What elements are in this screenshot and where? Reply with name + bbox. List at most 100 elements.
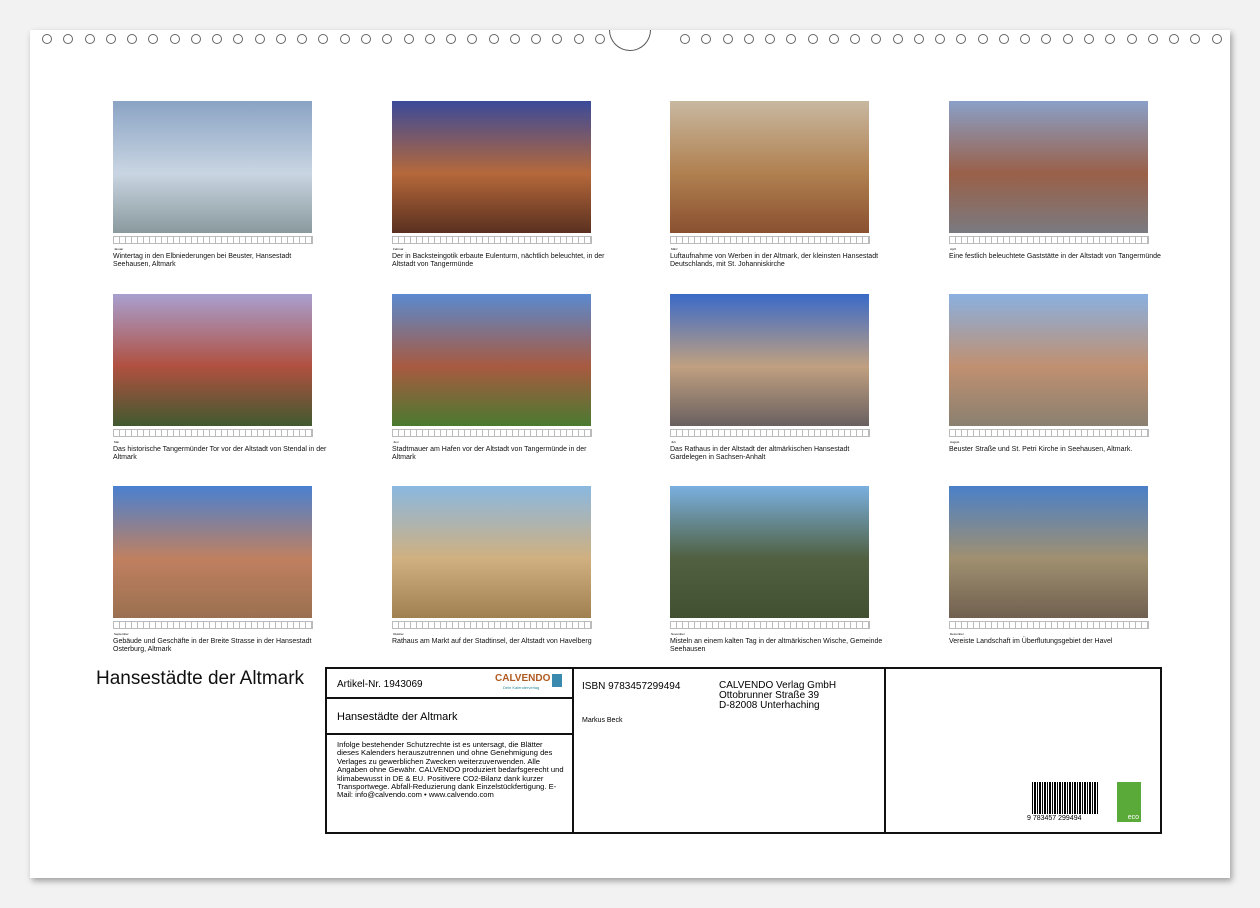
publisher-address: CALVENDO Verlag GmbH Ottobrunner Straße … — [719, 681, 836, 711]
ring-hole — [978, 34, 988, 44]
month-photo — [670, 101, 869, 233]
subtitle: Hansestädte der Altmark — [337, 711, 457, 723]
barcode — [1032, 782, 1098, 814]
ring-hole — [574, 34, 584, 44]
ring-hole — [170, 34, 180, 44]
month-strip: September — [113, 621, 313, 629]
ring-hole — [148, 34, 158, 44]
ring-hole — [127, 34, 137, 44]
photo-caption: Beuster Straße und St. Petri Kirche in S… — [949, 446, 1164, 454]
ring-hole — [1212, 34, 1222, 44]
eco-label: eco — [1128, 814, 1139, 821]
eco-badge: eco — [1117, 782, 1141, 822]
month-thumbnail: Januar Wintertag in den Elbniederungen b… — [113, 101, 313, 269]
ring-hole — [489, 34, 499, 44]
ring-hole — [1084, 34, 1094, 44]
ring-hole — [850, 34, 860, 44]
month-label: September — [114, 632, 129, 636]
month-thumbnail: Mai Das historische Tangermünder Tor vor… — [113, 294, 313, 462]
photo-caption: Stadtmauer am Hafen vor der Altstadt von… — [392, 446, 607, 462]
month-photo — [392, 294, 591, 426]
month-photo — [949, 294, 1148, 426]
month-label: Juli — [671, 440, 676, 444]
isbn: ISBN 9783457299494 — [582, 681, 680, 692]
ring-hole — [106, 34, 116, 44]
ring-hole — [276, 34, 286, 44]
ring-hole — [552, 34, 562, 44]
month-photo — [113, 486, 312, 618]
ring-hole — [1169, 34, 1179, 44]
month-label: August — [950, 440, 959, 444]
month-strip: August — [949, 429, 1149, 437]
month-label: Dezember — [950, 632, 964, 636]
photo-caption: Gebäude und Geschäfte in der Breite Stra… — [113, 638, 328, 654]
ring-hole — [723, 34, 733, 44]
ring-hole — [786, 34, 796, 44]
month-thumbnail: Dezember Vereiste Landschaft im Überflut… — [949, 486, 1149, 646]
month-label: November — [671, 632, 685, 636]
ring-hole — [1020, 34, 1030, 44]
ring-hole — [914, 34, 924, 44]
ring-hole — [425, 34, 435, 44]
month-label: April — [950, 247, 956, 251]
ring-hole — [404, 34, 414, 44]
month-thumbnail: August Beuster Straße und St. Petri Kirc… — [949, 294, 1149, 454]
ring-hole — [1190, 34, 1200, 44]
ring-hole — [446, 34, 456, 44]
month-photo — [670, 294, 869, 426]
month-strip: November — [670, 621, 870, 629]
month-label: Oktober — [393, 632, 404, 636]
month-strip: Oktober — [392, 621, 592, 629]
month-photo — [113, 101, 312, 233]
photo-caption: Eine festlich beleuchtete Gaststätte in … — [949, 253, 1164, 261]
ring-hole — [893, 34, 903, 44]
month-photo — [670, 486, 869, 618]
photo-caption: Luftaufnahme von Werben in der Altmark, … — [670, 253, 885, 269]
ring-hole — [808, 34, 818, 44]
ring-hole — [871, 34, 881, 44]
ring-hole — [233, 34, 243, 44]
ring-hole — [1041, 34, 1051, 44]
ring-hole — [701, 34, 711, 44]
ring-hole — [1105, 34, 1115, 44]
calvendo-tagline: Dein Kalenderverlag — [503, 685, 539, 690]
ring-hole — [85, 34, 95, 44]
photo-caption: Rathaus am Markt auf der Stadtinsel, der… — [392, 638, 607, 646]
ring-hole — [744, 34, 754, 44]
month-thumbnail: Oktober Rathaus am Markt auf der Stadtin… — [392, 486, 592, 646]
month-strip: Mai — [113, 429, 313, 437]
article-number: Artikel-Nr. 1943069 — [337, 679, 423, 690]
calvendo-logo: CALVENDO — [495, 673, 550, 684]
month-thumbnail: Juli Das Rathaus in der Altstadt der alt… — [670, 294, 870, 462]
info-box: Artikel-Nr. 1943069 CALVENDO Dein Kalend… — [325, 667, 1162, 834]
month-strip: Juli — [670, 429, 870, 437]
ring-hole — [531, 34, 541, 44]
photo-caption: Das historische Tangermünder Tor vor der… — [113, 446, 328, 462]
ring-hole — [212, 34, 222, 44]
month-strip: Februar — [392, 236, 592, 244]
month-thumbnail: Juni Stadtmauer am Hafen vor der Altstad… — [392, 294, 592, 462]
month-strip: April — [949, 236, 1149, 244]
ring-hole — [765, 34, 775, 44]
ring-hole — [935, 34, 945, 44]
publisher-city: D-82008 Unterhaching — [719, 701, 836, 711]
ring-hole — [361, 34, 371, 44]
month-label: März — [671, 247, 678, 251]
barcode-number: 9 783457 299494 — [1027, 815, 1082, 822]
month-photo — [949, 101, 1148, 233]
ring-hole — [340, 34, 350, 44]
month-photo — [113, 294, 312, 426]
ring-hole — [63, 34, 73, 44]
calvendo-logo-mark — [552, 674, 562, 687]
ring-hole — [318, 34, 328, 44]
ring-hole — [595, 34, 605, 44]
month-strip: Januar — [113, 236, 313, 244]
photo-caption: Der in Backsteingotik erbaute Eulenturm,… — [392, 253, 607, 269]
month-strip: Dezember — [949, 621, 1149, 629]
month-thumbnail: November Misteln an einem kalten Tag in … — [670, 486, 870, 654]
month-label: Januar — [114, 247, 123, 251]
month-label: Mai — [114, 440, 119, 444]
calendar-title: Hansestädte der Altmark — [96, 670, 304, 688]
ring-hole — [1063, 34, 1073, 44]
month-thumbnail: April Eine festlich beleuchtete Gaststät… — [949, 101, 1149, 261]
